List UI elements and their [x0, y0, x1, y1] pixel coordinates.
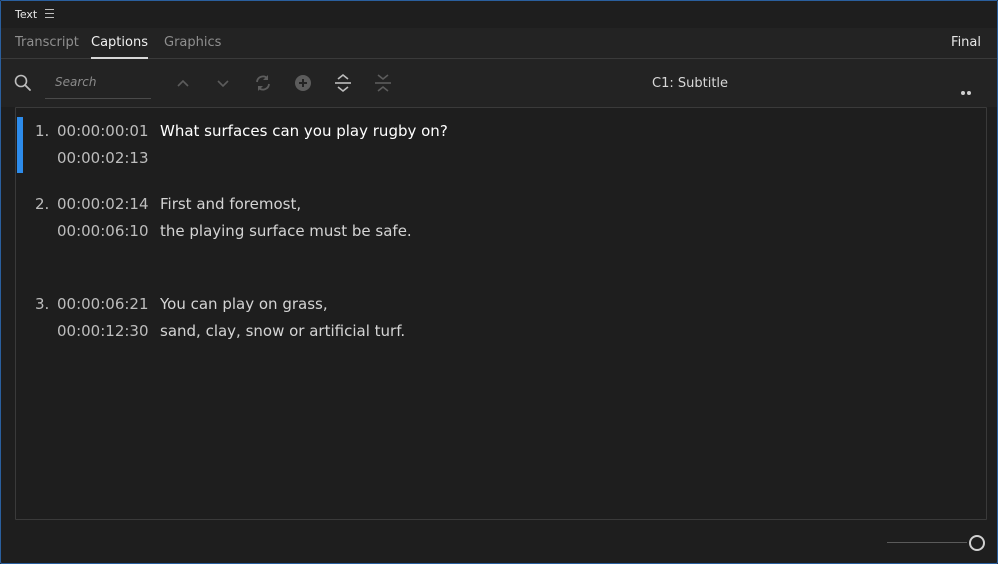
split-caption-icon[interactable] [333, 73, 353, 93]
panel-footer [1, 519, 997, 563]
chevron-down-icon[interactable] [213, 73, 233, 93]
search-field [45, 71, 155, 99]
caption-list: 1. 00:00:00:01 00:00:02:13 What surfaces… [15, 107, 987, 520]
caption-end-time[interactable]: 00:00:02:13 [57, 149, 149, 167]
selection-indicator [17, 117, 23, 173]
panel-title: Text [15, 8, 38, 21]
merge-caption-icon[interactable] [373, 73, 393, 93]
caption-start-time[interactable]: 00:00:02:14 [57, 195, 149, 213]
chevron-up-icon[interactable] [173, 73, 193, 93]
add-circle-icon[interactable] [293, 73, 313, 93]
search-input[interactable] [45, 73, 155, 89]
caption-start-time[interactable]: 00:00:00:01 [57, 122, 149, 140]
caption-text-line[interactable]: You can play on grass, [160, 295, 328, 313]
caption-text-line[interactable]: What surfaces can you play rugby on? [160, 122, 448, 140]
tab-bar: Transcript Captions Graphics Final [1, 28, 997, 59]
search-icon[interactable] [13, 73, 33, 93]
track-label[interactable]: C1: Subtitle [652, 76, 728, 91]
panel-menu-icon[interactable] [45, 9, 54, 18]
caption-start-time[interactable]: 00:00:06:21 [57, 295, 149, 313]
caption-number: 1. [35, 122, 50, 140]
caption-toolbar: C1: Subtitle [1, 59, 997, 114]
zoom-slider-knob[interactable] [969, 535, 985, 551]
zoom-slider-track[interactable] [887, 542, 967, 543]
caption-text-line[interactable]: First and foremost, [160, 195, 301, 213]
caption-number: 2. [35, 195, 50, 213]
status-label: Final [951, 35, 981, 50]
caption-text-line[interactable]: the playing surface must be safe. [160, 222, 412, 240]
tab-graphics[interactable]: Graphics [164, 35, 221, 50]
text-panel: Text Transcript Captions Graphics Final [0, 0, 998, 564]
more-icon[interactable] [961, 80, 977, 114]
tab-captions[interactable]: Captions [91, 35, 148, 59]
panel-titlebar: Text [1, 1, 997, 28]
tab-transcript[interactable]: Transcript [15, 35, 79, 50]
caption-number: 3. [35, 295, 50, 313]
caption-text-line[interactable]: sand, clay, snow or artificial turf. [160, 322, 405, 340]
caption-end-time[interactable]: 00:00:06:10 [57, 222, 149, 240]
caption-end-time[interactable]: 00:00:12:30 [57, 322, 149, 340]
refresh-icon[interactable] [253, 73, 273, 93]
